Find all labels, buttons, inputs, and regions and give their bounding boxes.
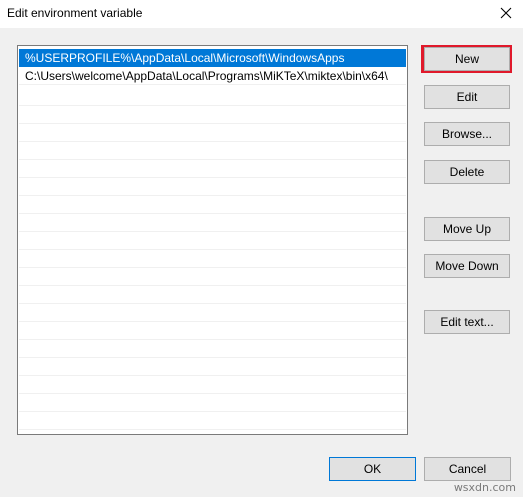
empty-list-row[interactable]: [19, 304, 406, 322]
title-bar: Edit environment variable: [0, 0, 523, 28]
delete-button[interactable]: Delete: [424, 160, 510, 184]
empty-list-row[interactable]: [19, 250, 406, 268]
move-down-button[interactable]: Move Down: [424, 254, 510, 278]
edit-text-button[interactable]: Edit text...: [424, 310, 510, 334]
empty-list-row[interactable]: [19, 340, 406, 358]
empty-list-row[interactable]: [19, 178, 406, 196]
browse-button[interactable]: Browse...: [424, 122, 510, 146]
empty-list-row[interactable]: [19, 142, 406, 160]
window-title: Edit environment variable: [7, 6, 143, 20]
list-item[interactable]: C:\Users\welcome\AppData\Local\Programs\…: [19, 67, 406, 85]
close-button[interactable]: [495, 2, 517, 24]
edit-button[interactable]: Edit: [424, 85, 510, 109]
empty-list-row[interactable]: [19, 286, 406, 304]
cancel-button[interactable]: Cancel: [424, 457, 511, 481]
close-icon: [500, 7, 512, 19]
empty-list-row[interactable]: [19, 394, 406, 412]
move-up-button[interactable]: Move Up: [424, 217, 510, 241]
path-list[interactable]: %USERPROFILE%\AppData\Local\Microsoft\Wi…: [17, 45, 408, 435]
ok-button[interactable]: OK: [329, 457, 416, 481]
empty-list-row[interactable]: [19, 124, 406, 142]
empty-list-row[interactable]: [19, 196, 406, 214]
empty-list-row[interactable]: [19, 232, 406, 250]
empty-list-row[interactable]: [19, 268, 406, 286]
new-button[interactable]: New: [424, 47, 510, 71]
empty-list-row[interactable]: [19, 376, 406, 394]
list-item[interactable]: %USERPROFILE%\AppData\Local\Microsoft\Wi…: [19, 49, 406, 67]
empty-list-row[interactable]: [19, 358, 406, 376]
empty-list-row[interactable]: [19, 88, 406, 106]
empty-list-row[interactable]: [19, 214, 406, 232]
empty-list-row[interactable]: [19, 106, 406, 124]
watermark-text: wsxdn.com: [453, 481, 516, 494]
empty-list-row[interactable]: [19, 322, 406, 340]
empty-list-row[interactable]: [19, 412, 406, 430]
empty-list-row[interactable]: [19, 160, 406, 178]
